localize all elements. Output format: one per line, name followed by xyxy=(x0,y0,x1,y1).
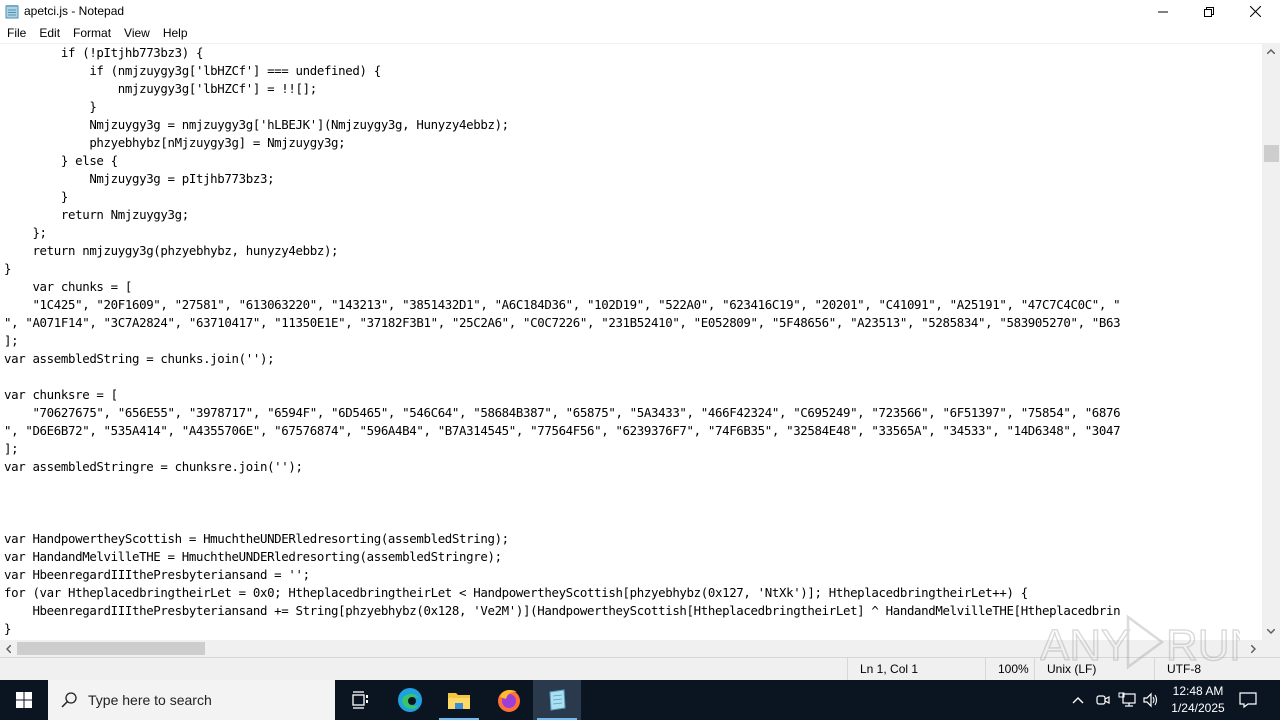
notepad-window: apetci.js - Notepad File Edit Format Vie… xyxy=(0,0,1280,680)
chevron-down-icon xyxy=(1267,629,1275,634)
system-clock[interactable]: 12:48 AM 1/24/2025 xyxy=(1160,683,1236,717)
start-button[interactable] xyxy=(0,680,48,720)
notepad-app-icon xyxy=(5,5,19,19)
task-view-icon xyxy=(352,691,368,709)
camera-icon xyxy=(1096,695,1110,705)
code-line: var HbeenregardIIIthePresbyteriansand = … xyxy=(4,567,310,582)
restore-icon xyxy=(1204,6,1214,17)
folder-icon xyxy=(448,693,470,709)
notification-icon xyxy=(1239,692,1257,709)
taskbar-search-box[interactable]: Type here to search xyxy=(48,680,335,720)
minimize-icon xyxy=(1158,11,1168,12)
zoom-level: 100% xyxy=(985,658,1035,680)
code-line: ]; xyxy=(4,441,19,456)
vertical-scroll-thumb[interactable] xyxy=(1264,145,1279,162)
meet-now-button[interactable] xyxy=(1092,680,1114,720)
code-line: }; xyxy=(4,225,47,240)
chevron-left-icon xyxy=(6,644,11,653)
code-line: "1C425", "20F1609", "27581", "613063220"… xyxy=(4,297,1121,312)
code-line: ", "D6E6B72", "535A414", "A4355706E", "6… xyxy=(4,423,1121,438)
network-button[interactable] xyxy=(1115,680,1139,720)
code-line: return Nmjzuygy3g; xyxy=(4,207,189,222)
network-icon xyxy=(1118,692,1136,707)
code-line: var HandandMelvilleTHE = HmuchtheUNDERle… xyxy=(4,549,502,564)
menu-format[interactable]: Format xyxy=(66,23,117,43)
edge-icon xyxy=(398,688,422,712)
notepad-icon xyxy=(549,689,566,711)
code-line: var assembledStringre = chunksre.join(''… xyxy=(4,459,303,474)
task-view-button[interactable] xyxy=(336,680,384,720)
status-bar: Ln 1, Col 1 100% Unix (LF) UTF-8 xyxy=(0,657,1280,680)
scroll-down-button[interactable] xyxy=(1262,623,1280,640)
encoding: UTF-8 xyxy=(1154,658,1280,680)
volume-button[interactable] xyxy=(1140,680,1162,720)
menu-bar: File Edit Format View Help xyxy=(0,23,1280,43)
edge-taskbar-button[interactable] xyxy=(386,680,434,720)
menu-edit[interactable]: Edit xyxy=(32,23,66,43)
code-line: Nmjzuygy3g = nmjzuygy3g['hLBEJK'](Nmjzuy… xyxy=(4,117,509,132)
code-line: } xyxy=(4,621,12,636)
horizontal-scroll-thumb[interactable] xyxy=(17,642,205,655)
search-icon xyxy=(61,692,77,708)
code-line: if (!pItjhb773bz3) { xyxy=(4,45,204,60)
code-line: return nmjzuygy3g(phzyebhybz, hunyzy4ebb… xyxy=(4,243,339,258)
code-line: if (nmjzuygy3g['lbHZCf'] === undefined) … xyxy=(4,63,381,78)
vertical-scrollbar[interactable] xyxy=(1262,43,1280,640)
text-editor-area[interactable]: if (!pItjhb773bz3) { if (nmjzuygy3g['lbH… xyxy=(0,43,1262,640)
code-line: Nmjzuygy3g = pItjhb773bz3; xyxy=(4,171,275,186)
close-button[interactable] xyxy=(1232,0,1278,23)
show-hidden-icons-button[interactable] xyxy=(1066,680,1090,720)
horizontal-scrollbar[interactable] xyxy=(0,640,1262,657)
volume-icon xyxy=(1143,692,1158,708)
code-line: var chunksre = [ xyxy=(4,387,118,402)
code-line: } xyxy=(4,261,12,276)
code-content[interactable]: if (!pItjhb773bz3) { if (nmjzuygy3g['lbH… xyxy=(4,44,1121,638)
title-bar[interactable]: apetci.js - Notepad xyxy=(0,0,1280,23)
menu-help[interactable]: Help xyxy=(156,23,194,43)
scroll-up-button[interactable] xyxy=(1262,43,1280,60)
chevron-right-icon xyxy=(1251,644,1256,653)
code-line: HbeenregardIIIthePresbyteriansand += Str… xyxy=(4,603,1121,618)
menu-view[interactable]: View xyxy=(117,23,156,43)
code-line: ", "A071F14", "3C7A2824", "63710417", "1… xyxy=(4,315,1121,330)
code-line: nmjzuygy3g['lbHZCf'] = !![]; xyxy=(4,81,317,96)
cursor-position: Ln 1, Col 1 xyxy=(847,658,987,680)
menu-file[interactable]: File xyxy=(0,23,32,43)
minimize-button[interactable] xyxy=(1140,0,1186,23)
firefox-icon xyxy=(498,689,520,712)
search-placeholder: Type here to search xyxy=(88,692,212,708)
code-line: ]; xyxy=(4,333,19,348)
code-line: for (var HtheplacedbringtheirLet = 0x0; … xyxy=(4,585,1028,600)
chevron-up-icon xyxy=(1072,697,1084,704)
code-line: phzyebhybz[nMjzuygy3g] = Nmjzuygy3g; xyxy=(4,135,346,150)
file-explorer-taskbar-button[interactable] xyxy=(435,680,483,720)
code-line: var assembledString = chunks.join(''); xyxy=(4,351,275,366)
taskbar: Type here to search 12:48 AM 1/24/2025 xyxy=(0,680,1280,720)
code-line: "70627675", "656E55", "3978717", "6594F"… xyxy=(4,405,1121,420)
scrollbar-corner xyxy=(1262,640,1280,657)
clock-time: 12:48 AM xyxy=(1172,684,1224,698)
scroll-right-button[interactable] xyxy=(1245,640,1262,657)
clock-date: 1/24/2025 xyxy=(1171,701,1225,715)
code-line: } xyxy=(4,189,68,204)
windows-logo-icon xyxy=(16,692,32,708)
code-line: } xyxy=(4,99,97,114)
action-center-button[interactable] xyxy=(1236,680,1260,720)
code-line: } else { xyxy=(4,153,118,168)
close-icon xyxy=(1249,6,1261,17)
notepad-taskbar-button[interactable] xyxy=(533,680,581,720)
window-title: apetci.js - Notepad xyxy=(24,4,125,18)
restore-button[interactable] xyxy=(1186,0,1232,23)
scroll-left-button[interactable] xyxy=(0,640,17,657)
chevron-up-icon xyxy=(1267,49,1275,54)
code-line: var chunks = [ xyxy=(4,279,132,294)
firefox-taskbar-button[interactable] xyxy=(485,680,533,720)
code-line: var HandpowertheyScottish = HmuchtheUNDE… xyxy=(4,531,509,546)
line-ending: Unix (LF) xyxy=(1034,658,1154,680)
